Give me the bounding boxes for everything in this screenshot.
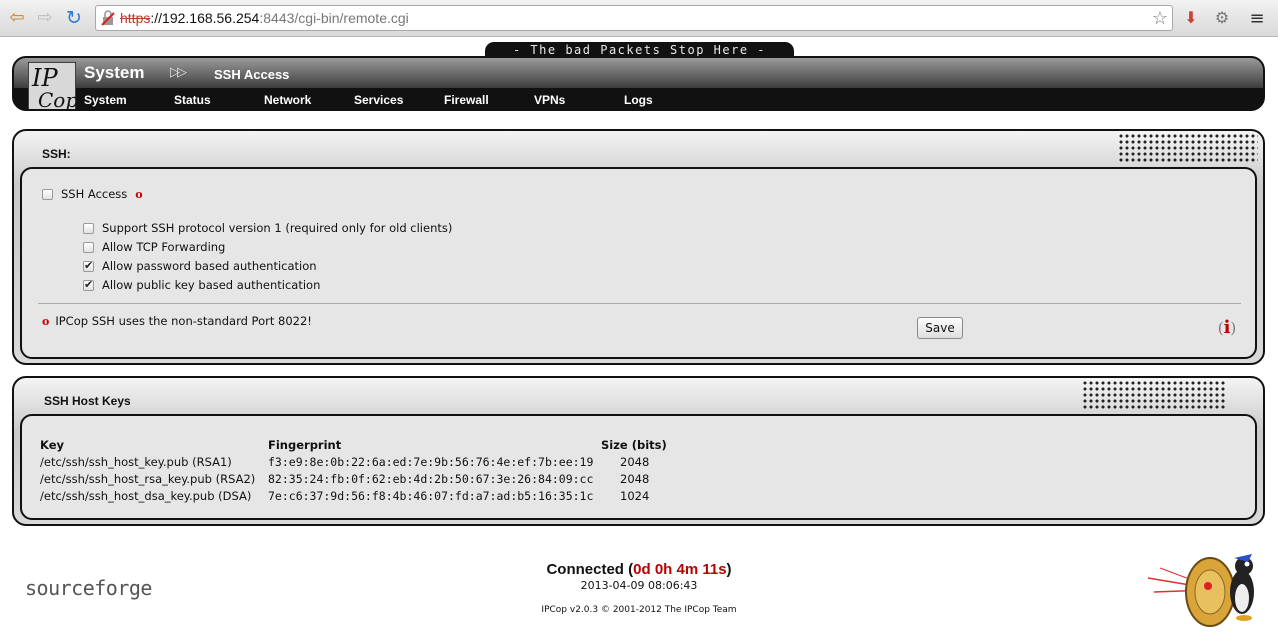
page-title: SSH Access xyxy=(214,67,290,82)
current-timestamp: 2013-04-09 08:06:43 xyxy=(580,579,698,592)
ssh-access-checkbox[interactable] xyxy=(42,188,53,200)
table-cell-fingerprint: 7e:c6:37:9d:56:f8:4b:46:07:fd:a7:ad:b5:1… xyxy=(268,489,594,503)
option-row: Allow public key based authentication xyxy=(83,278,320,292)
breadcrumb-arrow-icon: ▷▷ xyxy=(170,65,187,80)
header-title-bar xyxy=(14,58,1263,88)
password-auth-checkbox[interactable] xyxy=(83,259,94,272)
tcp-forwarding-checkbox[interactable] xyxy=(83,241,94,253)
column-header-fingerprint: Fingerprint xyxy=(268,438,342,452)
hostkeys-panel-title: SSH Host Keys xyxy=(44,394,131,408)
table-cell-size: 2048 xyxy=(620,455,650,469)
uptime-value: 0d 0h 4m 11s xyxy=(633,561,727,578)
hostkeys-table: Key Fingerprint Size (bits) /etc/ssh/ssh… xyxy=(20,414,1257,520)
menu-item-services[interactable]: Services xyxy=(354,93,403,107)
menu-item-system[interactable]: System xyxy=(84,93,127,107)
panel-dot-pattern xyxy=(1082,380,1226,410)
ipcop-logo-icon: IP Cop xyxy=(28,62,76,110)
copyright-notice: IPCop v2.0.3 © 2001-2012 The IPCop Team xyxy=(541,605,737,615)
svg-text:Cop: Cop xyxy=(38,88,76,110)
main-menu: System Status Network Services Firewall … xyxy=(14,89,1263,109)
pubkey-auth-label: Allow public key based authentication xyxy=(102,278,321,292)
ssh-hostkeys-panel: SSH Host Keys Key Fingerprint Size (bits… xyxy=(12,376,1265,526)
back-arrow-icon[interactable]: ⇦ xyxy=(6,7,28,29)
column-header-key: Key xyxy=(40,438,65,452)
panel-dot-pattern xyxy=(1118,133,1258,163)
option-row: Allow password based authentication xyxy=(83,259,317,273)
menu-item-network[interactable]: Network xyxy=(264,93,311,107)
ssh-access-marker: o xyxy=(135,187,143,201)
table-cell-fingerprint: f3:e9:8e:0b:22:6a:ed:7e:9b:56:76:4e:ef:7… xyxy=(268,455,594,469)
ssh-settings-box: SSH Access o Support SSH protocol versio… xyxy=(20,167,1257,359)
save-button[interactable]: Save xyxy=(917,317,963,339)
connected-label: Connected xyxy=(546,561,624,578)
connection-status: Connected (0d 0h 4m 11s) xyxy=(546,561,732,578)
download-icon[interactable]: ⬇ xyxy=(1180,8,1202,30)
ssh-v1-checkbox[interactable] xyxy=(83,222,94,234)
menu-item-status[interactable]: Status xyxy=(174,93,211,107)
ssh-v1-label: Support SSH protocol version 1 (required… xyxy=(102,221,453,235)
url-path: :8443/cgi-bin/remote.cgi xyxy=(259,10,409,26)
browser-toolbar: ⇦ ⇨ ↻ https://192.168.56.254:8443/cgi-bi… xyxy=(0,0,1278,37)
ipcop-header: IP Cop System ▷▷ SSH Access System Statu… xyxy=(12,56,1265,111)
table-cell-key: /etc/ssh/ssh_host_dsa_key.pub (DSA) xyxy=(40,489,252,503)
bookmark-star-icon[interactable]: ☆ xyxy=(1152,6,1168,30)
tcp-forwarding-label: Allow TCP Forwarding xyxy=(102,240,226,254)
table-cell-key: /etc/ssh/ssh_host_rsa_key.pub (RSA2) xyxy=(40,472,256,486)
ipcop-mascot-icon xyxy=(1148,554,1254,627)
insecure-lock-icon xyxy=(101,10,115,26)
url-scheme: https xyxy=(120,10,151,26)
menu-item-logs[interactable]: Logs xyxy=(624,93,653,107)
port-note-marker: o xyxy=(42,314,50,328)
settings-gear-icon[interactable]: ⚙ xyxy=(1211,8,1233,30)
port-note-row: o IPCop SSH uses the non-standard Port 8… xyxy=(42,314,312,328)
password-auth-label: Allow password based authentication xyxy=(102,259,317,273)
option-row: Support SSH protocol version 1 (required… xyxy=(83,221,452,235)
address-bar[interactable]: https://192.168.56.254:8443/cgi-bin/remo… xyxy=(95,5,1173,31)
ssh-settings-panel: SSH: SSH Access o Support SSH protocol v… xyxy=(12,129,1265,365)
menu-icon[interactable]: ≡ xyxy=(1246,8,1268,30)
table-cell-size: 1024 xyxy=(620,489,650,503)
ssh-panel-title: SSH: xyxy=(42,147,71,161)
table-cell-key: /etc/ssh/ssh_host_key.pub (RSA1) xyxy=(40,455,232,469)
column-header-size: Size (bits) xyxy=(601,438,667,452)
ssh-access-label: SSH Access xyxy=(61,187,128,201)
section-divider xyxy=(38,303,1241,304)
url-host: ://192.168.56.254 xyxy=(150,10,260,26)
port-note-text: IPCop SSH uses the non-standard Port 802… xyxy=(55,314,312,328)
table-cell-size: 2048 xyxy=(620,472,650,486)
option-row: Allow TCP Forwarding xyxy=(83,240,225,254)
section-title: System xyxy=(84,63,145,82)
reload-icon[interactable]: ↻ xyxy=(63,7,85,29)
info-icon[interactable]: (i) xyxy=(1215,319,1239,338)
table-cell-fingerprint: 82:35:24:fb:0f:62:eb:4d:2b:50:67:3e:26:8… xyxy=(268,472,594,486)
forward-arrow-icon[interactable]: ⇨ xyxy=(34,7,56,29)
ssh-access-row: SSH Access o xyxy=(42,187,143,201)
pubkey-auth-checkbox[interactable] xyxy=(83,278,94,291)
menu-item-vpns[interactable]: VPNs xyxy=(534,93,565,107)
menu-item-firewall[interactable]: Firewall xyxy=(444,93,489,107)
